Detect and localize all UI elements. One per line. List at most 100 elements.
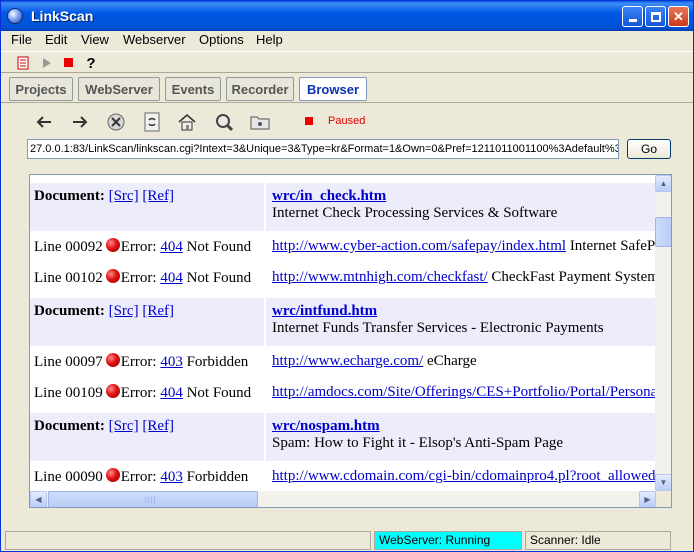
close-button[interactable]: ✕ (668, 6, 689, 27)
broken-url-link[interactable]: http://amdocs.com/Site/Offerings/CES+Por… (272, 384, 656, 400)
line-number: Line 00090 (34, 469, 103, 485)
error-code-link[interactable]: 403 (160, 354, 183, 370)
link-description: eCharge (426, 353, 477, 369)
src-link[interactable]: [Src] (109, 303, 139, 319)
tab-webserver[interactable]: WebServer (78, 77, 160, 101)
link-description: Internet SafePay (569, 238, 656, 254)
stop-load-button[interactable] (105, 111, 127, 133)
menu-edit[interactable]: Edit (45, 32, 67, 47)
broken-url-link[interactable]: http://www.cdomain.com/cgi-bin/cdomainpr… (272, 468, 656, 484)
menu-bar: File Edit View Webserver Options Help (1, 31, 693, 50)
tab-projects[interactable]: Projects (9, 77, 73, 101)
error-label: Error: (120, 239, 157, 255)
refresh-button[interactable] (141, 111, 163, 133)
scanner-status: Scanner: Idle (525, 531, 671, 550)
minimize-button[interactable] (622, 6, 643, 27)
scroll-down-button[interactable]: ▼ (655, 474, 671, 491)
menu-file[interactable]: File (11, 32, 32, 47)
results-list: Document: [Src] [Ref] wrc/in_check.htm I… (30, 175, 656, 491)
horizontal-scrollbar[interactable]: ◀ |||| ▶ (30, 491, 656, 507)
error-code-link[interactable]: 403 (160, 469, 183, 485)
tab-events[interactable]: Events (165, 77, 221, 101)
list-button[interactable] (15, 55, 31, 71)
error-label: Error: (120, 385, 157, 401)
link-description: CheckFast Payment System (491, 269, 656, 285)
src-link[interactable]: [Src] (109, 188, 139, 204)
error-status: Forbidden (186, 469, 249, 485)
scroll-right-button[interactable]: ▶ (639, 491, 656, 507)
search-button[interactable] (213, 111, 235, 133)
error-status: Not Found (186, 270, 252, 286)
refresh-icon (144, 112, 160, 132)
vertical-scrollbar[interactable]: ▲ ▼ (655, 175, 671, 491)
broken-url-link[interactable]: http://www.echarge.com/ (272, 353, 423, 369)
vertical-scroll-thumb[interactable] (655, 217, 671, 247)
status-bar: WebServer: Running Scanner: Idle (1, 529, 693, 551)
ref-link[interactable]: [Ref] (142, 418, 174, 434)
error-code-link[interactable]: 404 (160, 239, 183, 255)
menu-webserver[interactable]: Webserver (123, 32, 186, 47)
linkscan-app-icon (7, 8, 23, 24)
line-number: Line 00109 (34, 385, 103, 401)
error-status: Not Found (186, 385, 252, 401)
error-code-link[interactable]: 404 (160, 385, 183, 401)
results-panel: Document: [Src] [Ref] wrc/in_check.htm I… (29, 174, 672, 508)
help-button[interactable]: ? (83, 54, 99, 72)
forward-arrow-icon (73, 116, 88, 128)
go-button[interactable]: Go (627, 139, 671, 159)
ref-link[interactable]: [Ref] (142, 303, 174, 319)
folder-button[interactable] (249, 111, 271, 133)
address-input[interactable]: 27.0.0.1:83/LinkScan/linkscan.cgi?Intext… (27, 139, 619, 159)
tab-recorder[interactable]: Recorder (226, 77, 294, 101)
menu-view[interactable]: View (81, 32, 109, 47)
chevron-down-icon: ▼ (659, 478, 668, 487)
document-title: Internet Funds Transfer Services - Elect… (272, 320, 604, 336)
back-arrow-icon (36, 116, 51, 128)
error-icon (105, 384, 120, 398)
menu-options[interactable]: Options (199, 32, 244, 47)
scroll-left-button[interactable]: ◀ (30, 491, 47, 507)
play-button[interactable] (39, 55, 55, 71)
tab-browser[interactable]: Browser (299, 77, 367, 101)
paused-indicator-icon (305, 117, 313, 125)
stop-icon (64, 58, 73, 67)
scroll-up-button[interactable]: ▲ (655, 175, 671, 192)
broken-url-link[interactable]: http://www.cyber-action.com/safepay/inde… (272, 238, 566, 254)
folder-icon (250, 116, 270, 130)
line-number: Line 00092 (34, 239, 103, 255)
src-link[interactable]: [Src] (109, 418, 139, 434)
play-icon (43, 58, 51, 68)
error-status: Forbidden (186, 354, 249, 370)
horizontal-scroll-thumb[interactable]: |||| (48, 491, 258, 507)
ref-link[interactable]: [Ref] (142, 188, 174, 204)
document-title: Spam: How to Fight it - Elsop's Anti-Spa… (272, 435, 564, 451)
stop-button[interactable] (61, 55, 77, 71)
document-file-link[interactable]: wrc/in_check.htm (272, 188, 650, 205)
back-button[interactable] (33, 111, 55, 133)
forward-button[interactable] (69, 111, 91, 133)
line-number: Line 00102 (34, 270, 103, 286)
title-bar: LinkScan ✕ (1, 1, 693, 31)
document-label: Document: (34, 418, 105, 434)
home-button[interactable] (176, 111, 198, 133)
error-status: Not Found (186, 239, 252, 255)
document-title: Internet Check Processing Services & Sof… (272, 205, 558, 221)
status-message (5, 531, 371, 550)
chevron-up-icon: ▲ (659, 179, 668, 188)
document-file-link[interactable]: wrc/intfund.htm (272, 303, 650, 320)
error-label: Error: (120, 354, 157, 370)
error-label: Error: (120, 469, 157, 485)
minimize-icon (628, 19, 637, 22)
help-icon: ? (86, 54, 96, 72)
home-icon (178, 114, 196, 131)
app-window: LinkScan ✕ File Edit View Webserver Opti… (0, 0, 694, 552)
error-code-link[interactable]: 404 (160, 270, 183, 286)
document-file-link[interactable]: wrc/nospam.htm (272, 418, 650, 435)
maximize-icon (650, 11, 661, 22)
document-label: Document: (34, 188, 105, 204)
menu-help[interactable]: Help (256, 32, 283, 47)
maximize-button[interactable] (645, 6, 666, 27)
broken-url-link[interactable]: http://www.mtnhigh.com/checkfast/ (272, 269, 488, 285)
list-icon (17, 56, 29, 70)
scroll-corner (656, 491, 671, 507)
